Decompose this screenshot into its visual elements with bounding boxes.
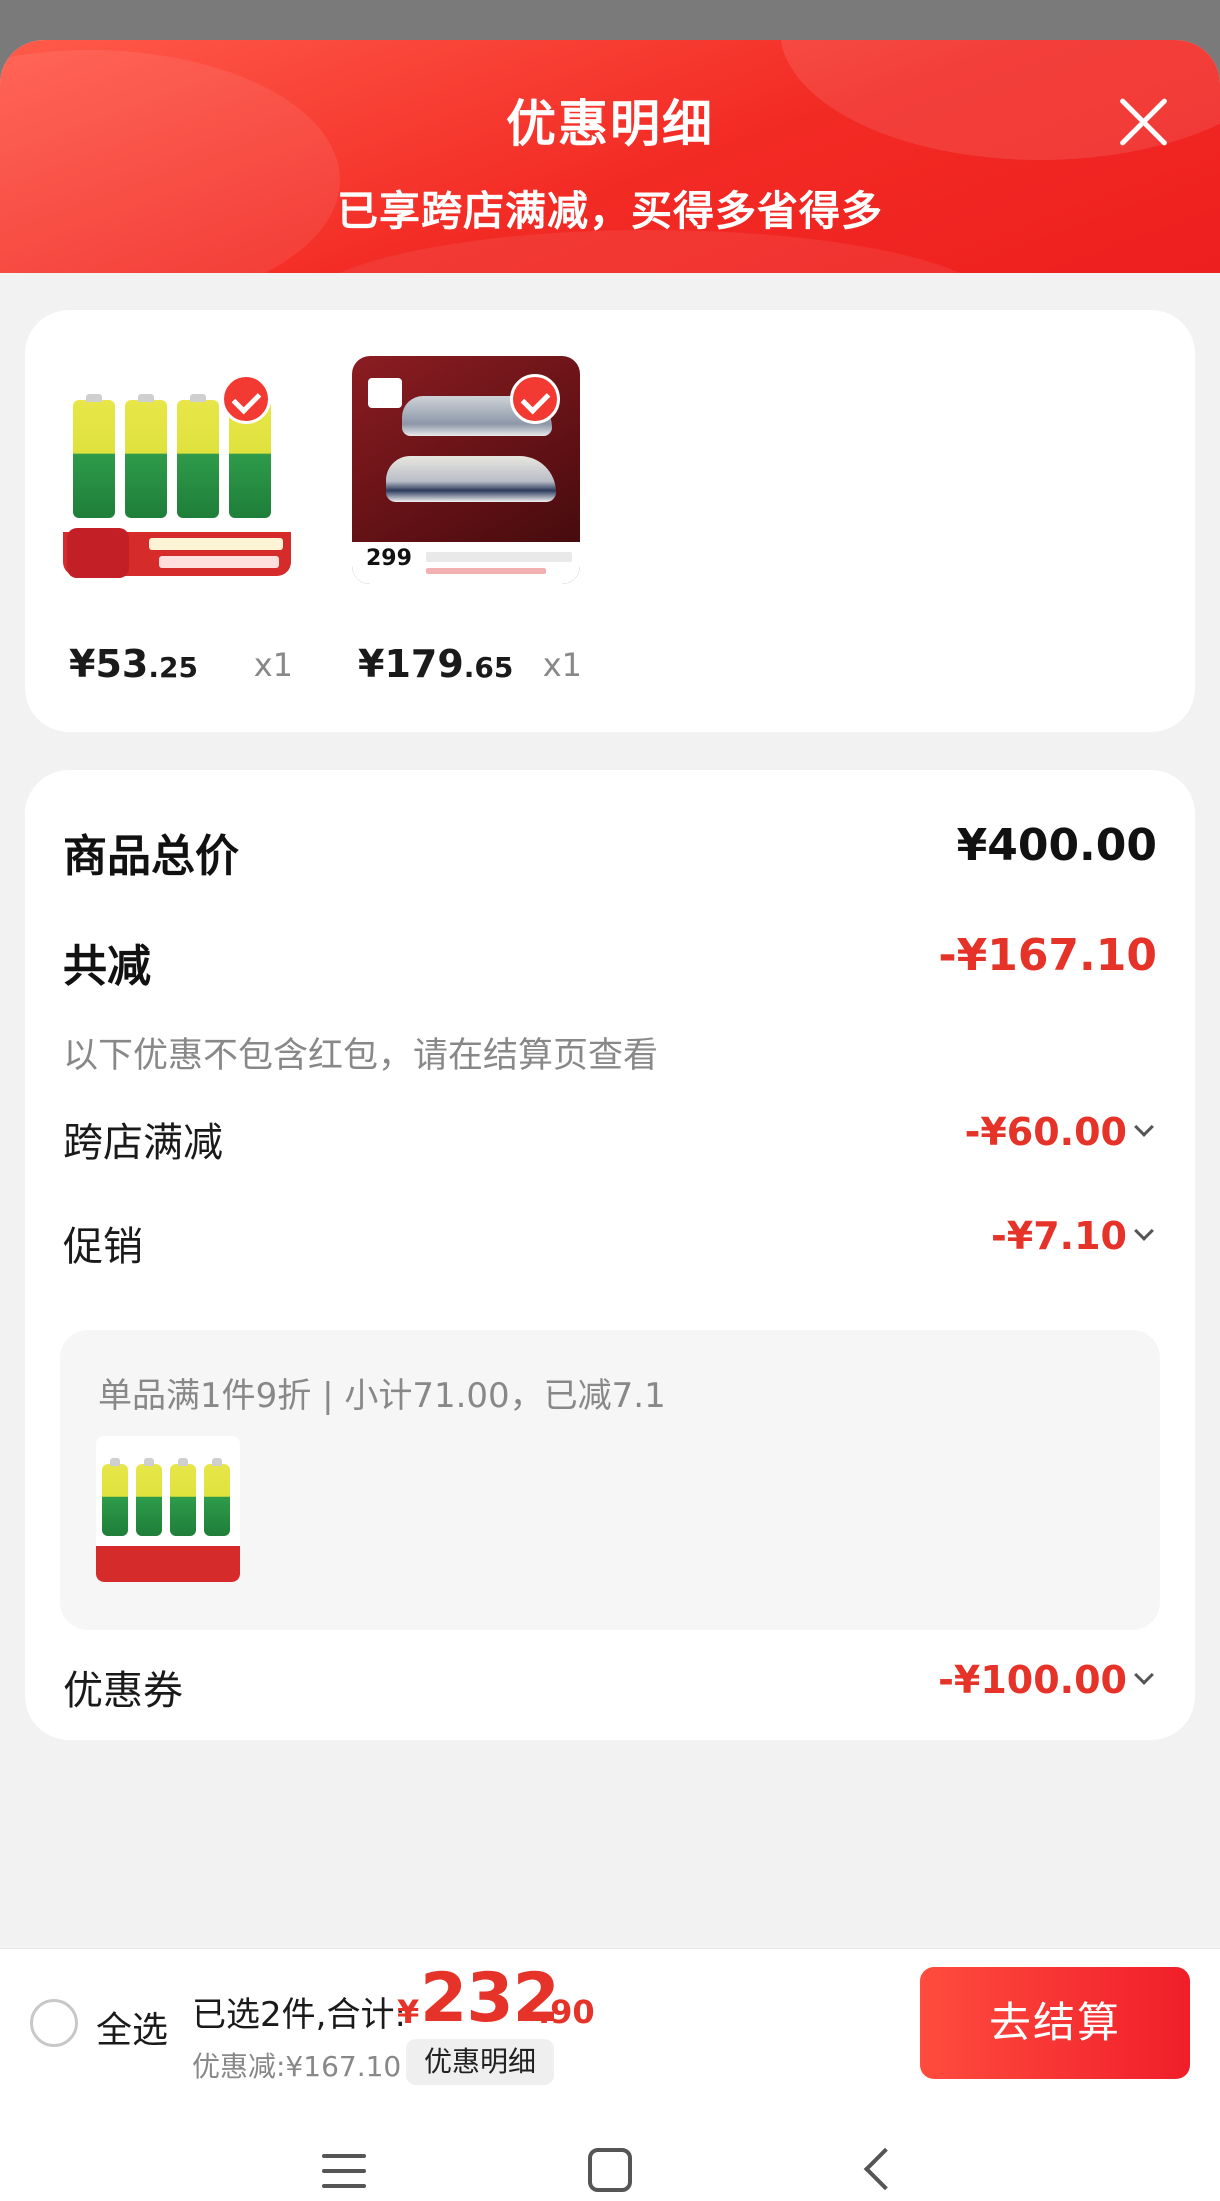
product-price-row: ¥179.65 x1 — [358, 642, 588, 692]
product-banner-strip — [149, 538, 283, 550]
discount-amount-text: 优惠减:¥167.10 — [192, 2050, 402, 2083]
coupon-row[interactable]: 优惠券 -¥100.00 — [63, 1658, 1157, 1714]
discount-detail-sheet: 优惠明细 已享跨店满减，买得多省得多 ¥53.25 x1 299 ¥179.65… — [0, 40, 1220, 2201]
home-icon[interactable] — [588, 2148, 632, 2192]
battery-cell — [125, 394, 167, 518]
product-quantity: x1 — [253, 646, 293, 684]
total-amount-decimal: .90 — [538, 1993, 595, 2031]
product-price-row: ¥53.25 x1 — [69, 642, 299, 692]
total-reduction-value: -¥167.10 — [938, 930, 1157, 981]
promotion-value: -¥7.10 — [991, 1214, 1127, 1258]
discount-detail-card: 商品总价 ¥400.00 共减 -¥167.10 以下优惠不包含红包，请在结算页… — [25, 770, 1195, 1740]
cross-store-row[interactable]: 跨店满减 -¥60.00 — [63, 1110, 1157, 1166]
total-price-value: ¥400.00 — [956, 820, 1157, 871]
checkout-button[interactable]: 去结算 — [920, 1967, 1190, 2079]
promotion-detail-box: 单品满1件9折 | 小计71.00，已减7.1 — [60, 1330, 1160, 1630]
coupon-label: 优惠券 — [63, 1668, 183, 1714]
coupon-value: -¥100.00 — [938, 1658, 1127, 1702]
battery-cell — [136, 1458, 162, 1536]
brand-logo — [368, 378, 402, 408]
total-reduction-row: 共减 -¥167.10 — [63, 930, 1157, 992]
battery-cell — [177, 394, 219, 518]
promotion-product-thumbnail[interactable] — [96, 1436, 240, 1582]
selected-count-text: 已选2件,合计: — [192, 1995, 406, 2035]
header: 优惠明细 已享跨店满减，买得多省得多 — [0, 40, 1220, 273]
battery-cell — [170, 1458, 196, 1536]
product-price: ¥53.25 — [69, 642, 198, 686]
system-nav-bar — [0, 2096, 1220, 2201]
total-currency-symbol: ¥ — [397, 1993, 420, 2031]
shoe-product-image: 299 — [352, 356, 580, 584]
back-icon[interactable] — [863, 2147, 907, 2191]
select-all-radio[interactable] — [30, 1999, 78, 2047]
close-icon[interactable] — [1114, 92, 1174, 152]
cross-store-value: -¥60.00 — [964, 1110, 1127, 1154]
battery-cell — [73, 394, 115, 518]
battery-cell — [102, 1458, 128, 1536]
products-card: ¥53.25 x1 299 ¥179.65 x1 — [25, 310, 1195, 732]
battery-cell — [204, 1458, 230, 1536]
cross-store-label: 跨店满减 — [63, 1120, 223, 1166]
promotion-row[interactable]: 促销 -¥7.10 — [63, 1214, 1157, 1270]
product-banner — [96, 1546, 240, 1582]
total-price-row: 商品总价 ¥400.00 — [63, 820, 1157, 882]
product-quantity: x1 — [542, 646, 582, 684]
check-icon[interactable] — [221, 374, 271, 424]
promotion-detail-text: 单品满1件9折 | 小计71.00，已减7.1 — [98, 1376, 666, 1416]
promotion-label: 促销 — [63, 1224, 143, 1270]
discount-detail-button[interactable]: 优惠明细 — [406, 2039, 555, 2085]
total-price-label: 商品总价 — [63, 831, 239, 882]
sheet-subtitle: 已享跨店满减，买得多省得多 — [337, 187, 883, 235]
battery-product-image — [63, 356, 291, 584]
product-banner-tag — [67, 528, 129, 578]
total-reduction-label: 共减 — [63, 941, 151, 992]
banner-price: 299 — [366, 546, 412, 571]
select-all-label[interactable]: 全选 — [96, 2001, 168, 2053]
shoe-shape — [386, 456, 556, 502]
checkout-bar: 全选 已选2件,合计: ¥ 232 .90 优惠减:¥167.10 优惠明细 去… — [0, 1948, 1220, 2096]
product-banner-strip — [159, 556, 279, 568]
product-banner-strip — [426, 552, 572, 562]
check-icon[interactable] — [510, 374, 560, 424]
sheet-title: 优惠明细 — [506, 95, 714, 153]
reduction-note: 以下优惠不包含红包，请在结算页查看 — [63, 1036, 659, 1076]
menu-icon[interactable] — [322, 2154, 366, 2190]
product-banner-strip — [426, 568, 546, 574]
product-price: ¥179.65 — [358, 642, 514, 686]
